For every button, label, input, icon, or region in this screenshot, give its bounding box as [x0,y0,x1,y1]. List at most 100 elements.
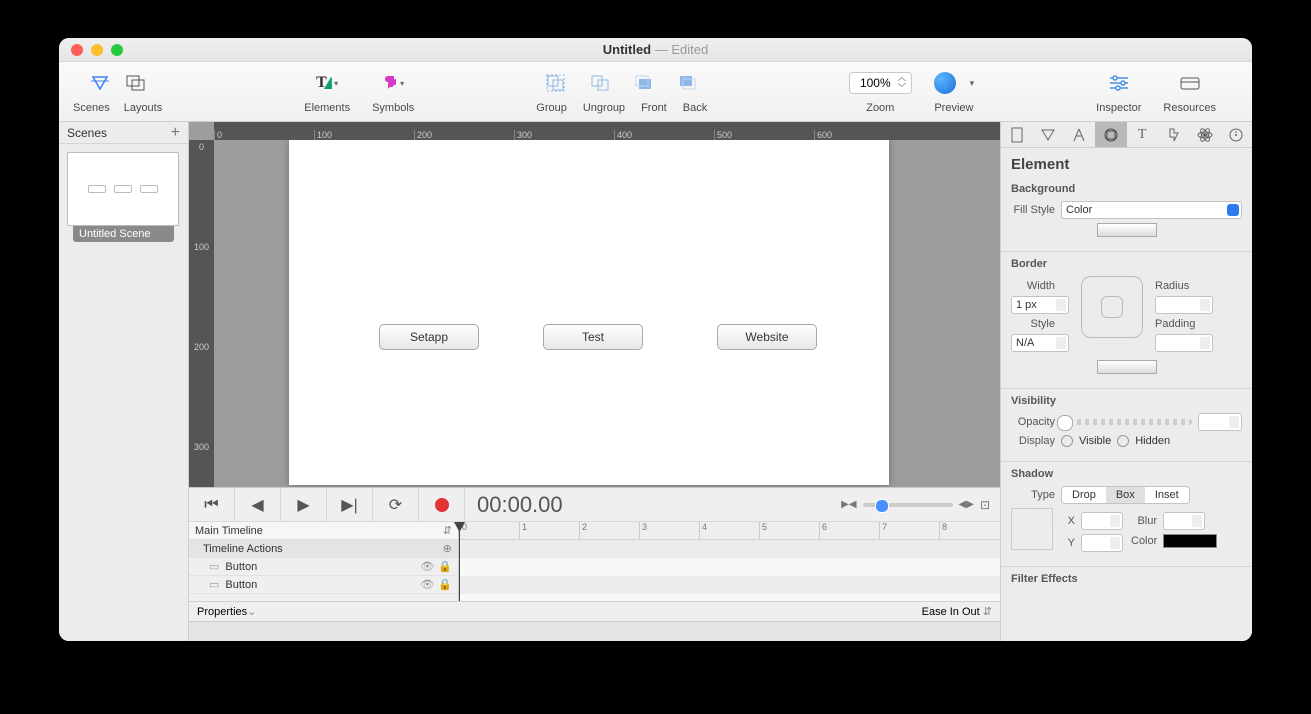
timeline-item-label: Button [225,579,257,591]
canvas-viewport[interactable]: Setapp Test Website [214,140,1000,487]
timeline-zoom-slider[interactable] [863,503,953,507]
skip-back-button[interactable]: ⏮ [189,488,235,522]
ruler-horizontal: 0100200300400500600 [214,122,1000,140]
timeline-time: 00:00.00 [465,492,841,518]
tb-preview-label: Preview [934,102,973,114]
zoom-fit-icon[interactable]: ⊡ [980,498,990,512]
tab-actions-icon[interactable] [1158,122,1189,147]
shadow-blur-input[interactable] [1163,512,1205,530]
timeline-item-1[interactable]: ▭ Button 👁🔒 [189,558,458,576]
timeline-actions-row[interactable]: Timeline Actions ⊕ [189,540,458,558]
opacity-input[interactable] [1198,413,1242,431]
stage-button-website[interactable]: Website [717,324,817,350]
scenes-icon[interactable] [89,72,111,94]
zoom-out-icon[interactable]: ▶◀ [841,499,856,510]
shadow-y-input[interactable] [1081,534,1123,552]
display-hidden-radio[interactable] [1117,435,1129,447]
lock-icon[interactable]: 🔒 [438,578,452,591]
fill-style-label: Fill Style [1011,204,1055,216]
visibility-icon[interactable]: 👁 [420,560,434,573]
opacity-slider[interactable] [1061,419,1192,425]
front-icon[interactable] [633,72,655,94]
shadow-inset[interactable]: Inset [1145,487,1189,503]
tb-scenes-layouts: Scenes Layouts [73,68,162,114]
visibility-icon[interactable]: 👁 [420,578,434,591]
properties-label[interactable]: Properties [197,606,247,618]
back-icon[interactable] [677,72,699,94]
group-icon[interactable] [545,72,567,94]
playhead[interactable] [459,522,460,601]
tab-identity-icon[interactable] [1221,122,1252,147]
timeline-name: Main Timeline [195,525,263,537]
border-radius-input[interactable] [1155,296,1213,314]
tab-physics-icon[interactable] [1189,122,1220,147]
tab-document-icon[interactable] [1001,122,1032,147]
filter-label: Filter Effects [1011,573,1242,585]
border-style-select[interactable]: N/A [1011,334,1069,352]
tb-resources-label: Resources [1163,102,1216,114]
border-diagram[interactable] [1081,276,1143,338]
play-button[interactable]: ▶ [281,488,327,522]
lock-icon[interactable]: 🔒 [438,560,452,573]
border-color-swatch[interactable] [1097,360,1157,374]
timeline-name-row[interactable]: Main Timeline ⇵ [189,522,458,540]
stage-button-test[interactable]: Test [543,324,643,350]
preview-button[interactable] [934,72,956,94]
easing-select[interactable]: Ease In Out ⇵ [922,605,992,618]
add-scene-button[interactable]: + [171,127,180,139]
background-color-swatch[interactable] [1097,223,1157,237]
fill-style-select[interactable]: Color [1061,201,1242,219]
timeline-footer: Properties ⌄ Ease In Out ⇵ [189,601,1000,621]
center-stage-area: 0100200300400500600 0100200300 Setapp Te… [189,122,1000,641]
tb-elements: T ▾ Elements [304,68,350,114]
hidden-label: Hidden [1135,435,1170,447]
shadow-x-input[interactable] [1081,512,1123,530]
canvas: 0100200300400500600 0100200300 Setapp Te… [189,122,1000,487]
tab-metrics-icon[interactable] [1064,122,1095,147]
add-action-button[interactable]: ⊕ [443,542,452,555]
step-back-button[interactable]: ◀ [235,488,281,522]
tb-elements-label: Elements [304,102,350,114]
timeline-item-label: Button [225,561,257,573]
symbols-icon[interactable]: ▾ [382,72,404,94]
tb-inspector-label: Inspector [1096,102,1141,114]
resources-icon[interactable] [1179,72,1201,94]
zoom-in-icon[interactable]: ◀▶ [959,499,974,510]
zoom-select[interactable]: 100% [849,72,912,94]
timeline-tracks[interactable]: 012345678 [459,522,1000,601]
tab-element-icon[interactable] [1095,122,1126,147]
layouts-icon[interactable] [125,72,147,94]
step-forward-button[interactable]: ▶| [327,488,373,522]
border-padding-input[interactable] [1155,334,1213,352]
timeline-dropdown-icon[interactable]: ⇵ [443,524,452,537]
record-button[interactable] [419,488,465,522]
shadow-color-swatch[interactable] [1163,534,1217,548]
tab-typography-icon[interactable]: T [1127,122,1158,147]
shadow-type-segment[interactable]: Drop Box Inset [1061,486,1190,504]
tb-scenes-label: Scenes [73,102,110,114]
shadow-drop[interactable]: Drop [1062,487,1106,503]
tb-symbols: ▾ Symbols [372,68,414,114]
scene-item[interactable]: Untitled Scene [59,144,188,250]
stage[interactable]: Setapp Test Website [289,140,889,485]
stage-button-setapp[interactable]: Setapp [379,324,479,350]
loop-button[interactable]: ⟳ [373,488,419,522]
body: Scenes + Untitled Scene 0100200300400500… [59,122,1252,641]
tab-scene-icon[interactable] [1032,122,1063,147]
elements-icon[interactable]: T ▾ [316,72,338,94]
display-visible-radio[interactable] [1061,435,1073,447]
tb-inspector: Inspector [1096,68,1141,114]
timeline-item-2[interactable]: ▭ Button 👁 🔒 [189,576,458,594]
shadow-box[interactable]: Box [1106,487,1145,503]
shadow-label: Shadow [1011,468,1242,480]
section-filter: Filter Effects [1001,567,1252,601]
border-width-input[interactable]: 1 px [1011,296,1069,314]
timeline-zoom: ▶◀ ◀▶ ⊡ [841,498,1000,512]
visibility-label: Visibility [1011,395,1242,407]
timeline-track-list: Main Timeline ⇵ Timeline Actions ⊕ ▭ But… [189,522,459,601]
inspector-icon[interactable] [1108,72,1130,94]
timeline-ruler: 012345678 [459,522,1000,540]
button-element-icon: ▭ [209,578,219,591]
section-background: Background Fill Style Color [1001,177,1252,252]
ungroup-icon[interactable] [589,72,611,94]
